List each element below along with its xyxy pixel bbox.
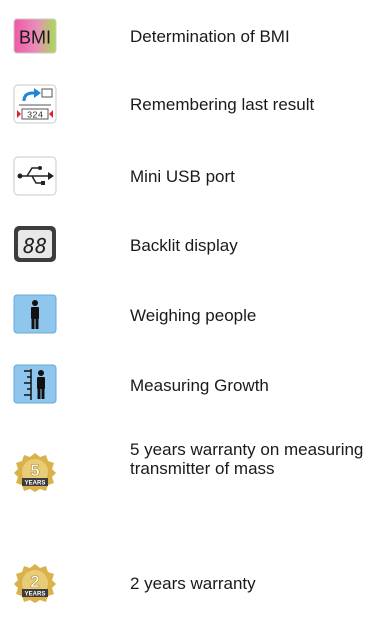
feature-label: 2 years warranty <box>130 574 256 593</box>
backlit-display-icon: 88 <box>13 224 57 264</box>
warranty-2-years-text: YEARS <box>25 592 46 598</box>
feature-label: 5 years warranty on measuring transmitte… <box>130 440 364 478</box>
warranty-2-years-icon: 2 YEARS <box>13 563 57 603</box>
warranty-5-number: 5 <box>30 461 39 480</box>
height-measure-icon <box>13 364 57 404</box>
warranty-5-years-text: YEARS <box>25 481 46 487</box>
display-digits-text: 88 <box>23 234 47 258</box>
warranty-5-years-icon: 5 YEARS <box>13 452 57 492</box>
memory-value-text: 324 <box>27 111 43 121</box>
person-weighing-icon <box>13 294 57 334</box>
usb-icon <box>13 156 57 196</box>
bmi-icon: BMI <box>13 16 57 56</box>
feature-label: Remembering last result <box>130 95 315 114</box>
memory-result-icon: 324 <box>13 84 57 124</box>
feature-label: Determination of BMI <box>130 27 290 46</box>
feature-label: Backlit display <box>130 236 238 255</box>
warranty-2-number: 2 <box>30 572 39 591</box>
feature-label: Mini USB port <box>130 167 235 186</box>
feature-label: Measuring Growth <box>130 376 269 395</box>
feature-label: Weighing people <box>130 306 257 325</box>
bmi-icon-text: BMI <box>19 28 51 48</box>
feature-list: BMI Determination of BMI 324 Remembering… <box>0 0 374 632</box>
